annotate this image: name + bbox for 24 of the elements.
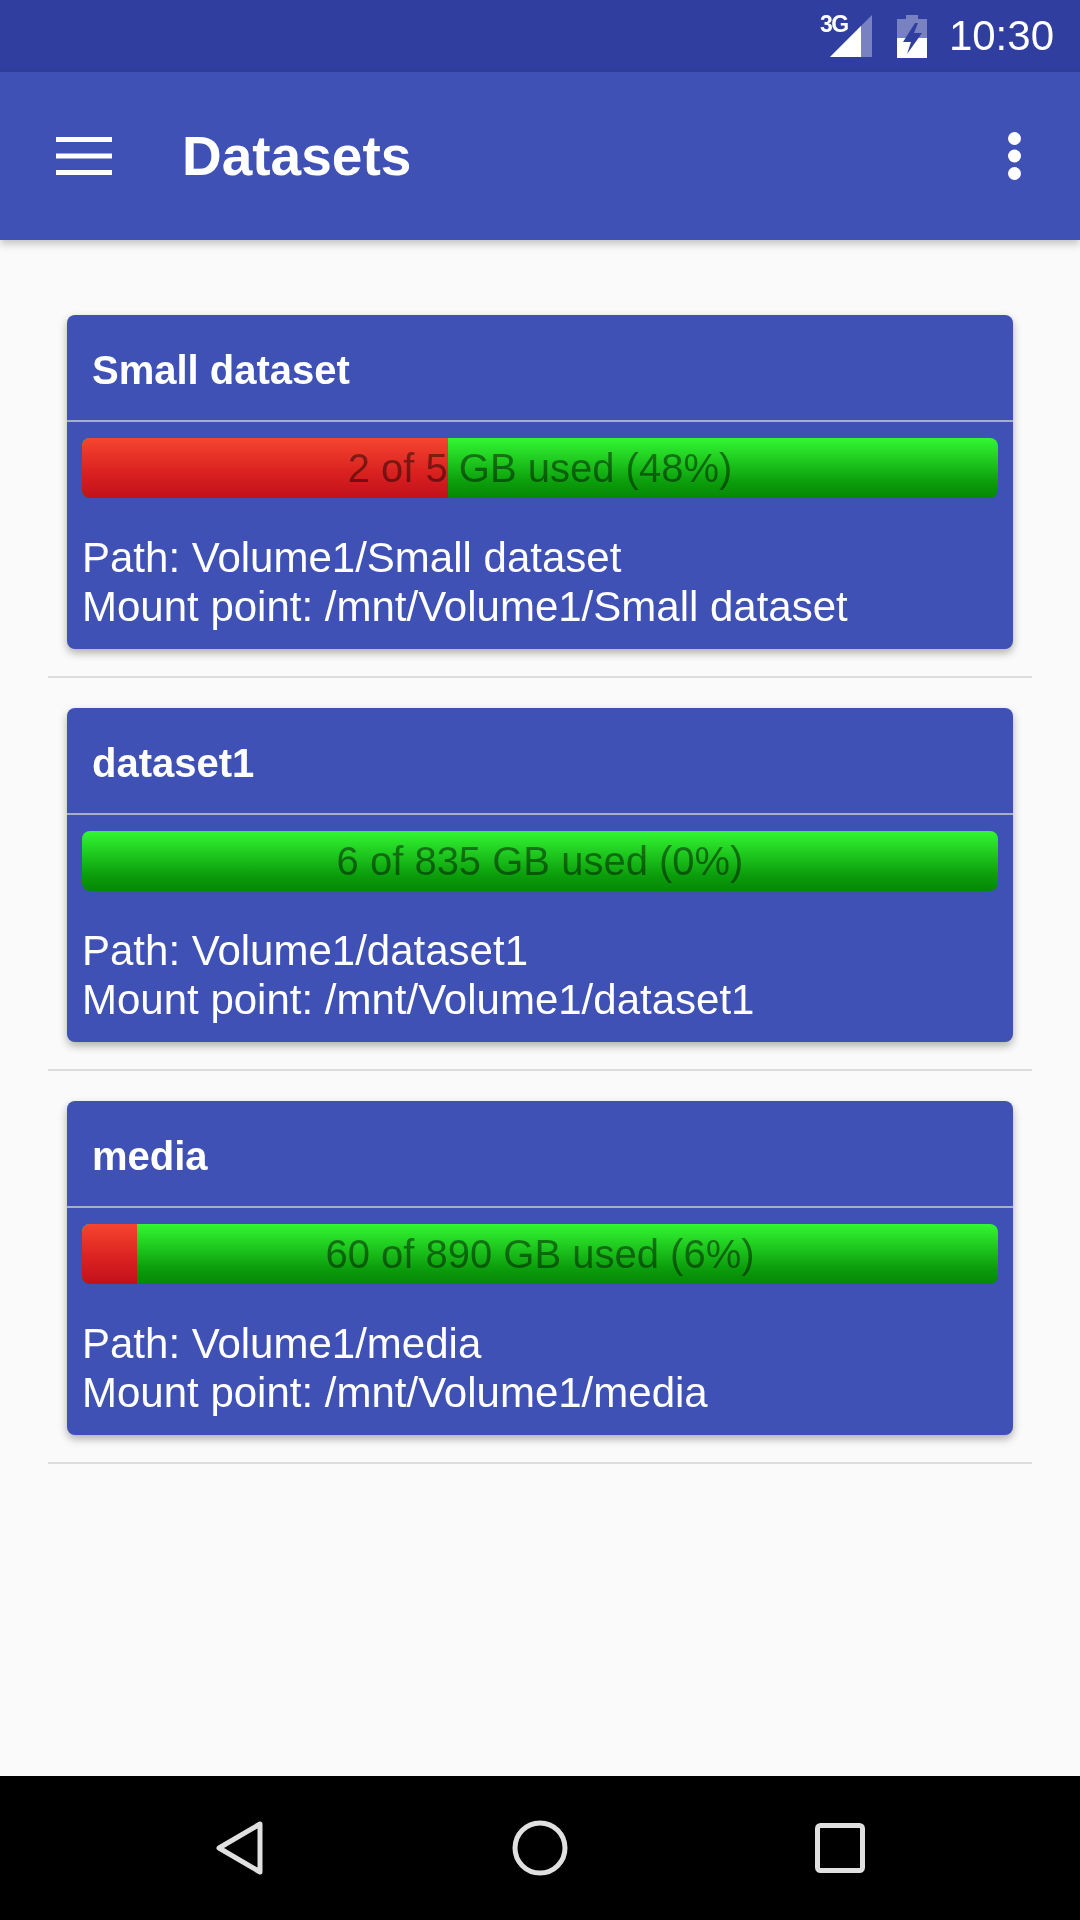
mount-point-text: Mount point: /mnt/Volume1/media — [82, 1368, 709, 1417]
dataset-card[interactable]: Small dataset 2 of 5 GB used (48%) Path: Volume1/Small dataset Mount point: /mnt/Volume1/Small dataset — [67, 315, 1013, 649]
path-text: Path: Volume1/Small dataset — [82, 533, 623, 582]
usage-label: 2 of 5 GB used (48%) — [347, 445, 733, 492]
mount-point-text: Mount point: /mnt/Volume1/Small dataset — [82, 582, 849, 631]
dataset-name: dataset1 — [92, 739, 255, 787]
path-text: Path: Volume1/dataset1 — [82, 926, 529, 975]
app-title: Datasets — [182, 124, 412, 188]
path-text: Path: Volume1/media — [82, 1319, 483, 1368]
menu-icon[interactable] — [56, 137, 112, 175]
battery-charging-icon — [896, 14, 927, 58]
home-icon[interactable] — [512, 1820, 568, 1876]
back-icon[interactable] — [215, 1820, 265, 1876]
usage-label: 60 of 890 GB used (6%) — [325, 1231, 755, 1278]
status-time: 10:30 — [948, 12, 1054, 60]
usage-label: 6 of 835 GB used (0%) — [336, 838, 744, 885]
dataset-name: Small dataset — [92, 346, 350, 394]
dataset-card[interactable]: dataset1 6 of 835 GB used (0%) Path: Volume1/dataset1 Mount point: /mnt/Volume1/dataset1 — [67, 708, 1013, 1042]
more-options-icon[interactable] — [1008, 132, 1021, 180]
network-type: 3G — [819, 13, 848, 36]
dataset-card[interactable]: media 60 of 890 GB used (6%) Path: Volume1/media Mount point: /mnt/Volume1/media — [67, 1101, 1013, 1435]
mount-point-text: Mount point: /mnt/Volume1/dataset1 — [82, 975, 756, 1024]
recents-icon[interactable] — [815, 1820, 865, 1876]
dataset-name: media — [92, 1132, 208, 1180]
